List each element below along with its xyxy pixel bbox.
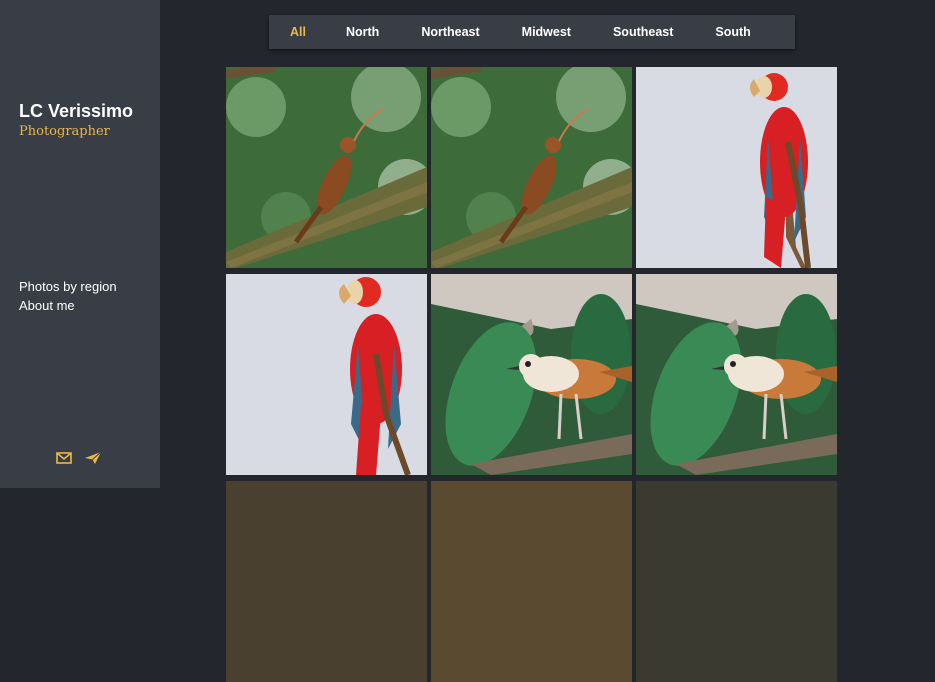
- photo-scarlet-macaw[interactable]: [636, 67, 837, 268]
- sidebar-nav: Photos by region About me: [19, 277, 117, 315]
- mail-icon[interactable]: [56, 451, 72, 465]
- photo-gallery: [226, 67, 838, 682]
- tab-southeast[interactable]: Southeast: [613, 25, 673, 39]
- tab-north[interactable]: North: [346, 25, 379, 39]
- brand-name[interactable]: LC Verissimo: [19, 101, 133, 122]
- sidebar-link-photos-by-region[interactable]: Photos by region: [19, 277, 117, 296]
- brand: LC Verissimo Photographer: [19, 101, 133, 139]
- tab-all[interactable]: All: [290, 25, 306, 39]
- tab-south[interactable]: South: [715, 25, 750, 39]
- brand-role: Photographer: [19, 124, 110, 139]
- photo-partial[interactable]: [636, 481, 837, 682]
- social-icons: [56, 451, 102, 465]
- photo-partial[interactable]: [431, 481, 632, 682]
- tab-northeast[interactable]: Northeast: [421, 25, 479, 39]
- photo-scarlet-macaw[interactable]: [226, 274, 427, 475]
- photo-woodcreeper[interactable]: [226, 67, 427, 268]
- photo-partial[interactable]: [226, 481, 427, 682]
- photo-wren-bird[interactable]: [636, 274, 837, 475]
- region-tabs: All North Northeast Midwest Southeast So…: [269, 15, 795, 49]
- sidebar: LC Verissimo Photographer Photos by regi…: [0, 0, 160, 488]
- photo-woodcreeper[interactable]: [431, 67, 632, 268]
- tab-midwest[interactable]: Midwest: [522, 25, 571, 39]
- photo-wren-bird[interactable]: [431, 274, 632, 475]
- sidebar-link-about-me[interactable]: About me: [19, 296, 117, 315]
- paper-plane-icon[interactable]: [84, 451, 102, 465]
